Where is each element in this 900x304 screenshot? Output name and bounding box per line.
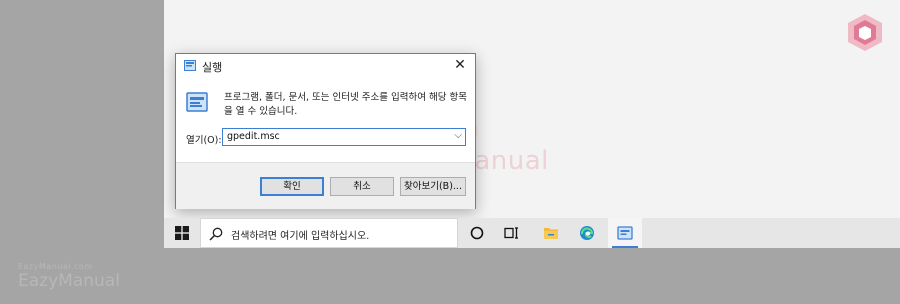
file-explorer-button[interactable] [534, 218, 568, 248]
run-app-icon [617, 226, 633, 240]
task-view-icon [504, 227, 518, 239]
run-window-taskbar-button[interactable] [608, 218, 642, 248]
folder-icon [544, 228, 558, 239]
edge-browser-icon [580, 226, 594, 240]
open-label: 열기(O): [186, 135, 222, 146]
close-button[interactable]: ✕ [445, 54, 475, 78]
search-placeholder: 검색하려면 여기에 입력하십시오. [231, 231, 370, 242]
dialog-titlebar[interactable]: 실행 ✕ [176, 54, 475, 78]
dialog-footer: 확인 취소 찾아보기(B)... [176, 162, 475, 209]
search-icon [209, 227, 223, 241]
run-large-icon [186, 92, 208, 112]
open-input-value: gpedit.msc [227, 131, 280, 142]
run-app-icon [184, 60, 196, 71]
bottom-watermark: EazyManual.com EazyManual [18, 262, 120, 291]
chevron-down-icon[interactable]: ⌵ [454, 130, 462, 141]
taskbar: 검색하려면 여기에 입력하십시오. [164, 218, 900, 248]
dialog-description: 프로그램, 폴더, 문서, 또는 인터넷 주소를 입력하여 해당 항목을 열 수… [224, 92, 467, 117]
bottom-watermark-big: EazyManual [18, 271, 120, 291]
cortana-circle-icon [470, 226, 484, 240]
bottom-watermark-small: EazyManual.com [18, 262, 93, 271]
start-button[interactable] [164, 218, 200, 248]
windows-logo-icon [175, 226, 189, 240]
edge-browser-button[interactable] [570, 218, 604, 248]
task-view-button[interactable] [494, 218, 528, 248]
cube-logo-icon [848, 14, 882, 51]
open-input[interactable]: gpedit.msc ⌵ [222, 128, 466, 146]
cortana-button[interactable] [460, 218, 494, 248]
browse-button[interactable]: 찾아보기(B)... [400, 177, 466, 196]
ok-button[interactable]: 확인 [260, 177, 324, 196]
dialog-title: 실행 [202, 61, 223, 74]
cancel-button[interactable]: 취소 [330, 177, 394, 196]
taskbar-search-input[interactable]: 검색하려면 여기에 입력하십시오. [200, 218, 458, 248]
run-dialog: 실행 ✕ 프로그램, 폴더, 문서, 또는 인터넷 주소를 입력하여 해당 항목… [175, 53, 476, 209]
active-indicator [612, 246, 638, 248]
